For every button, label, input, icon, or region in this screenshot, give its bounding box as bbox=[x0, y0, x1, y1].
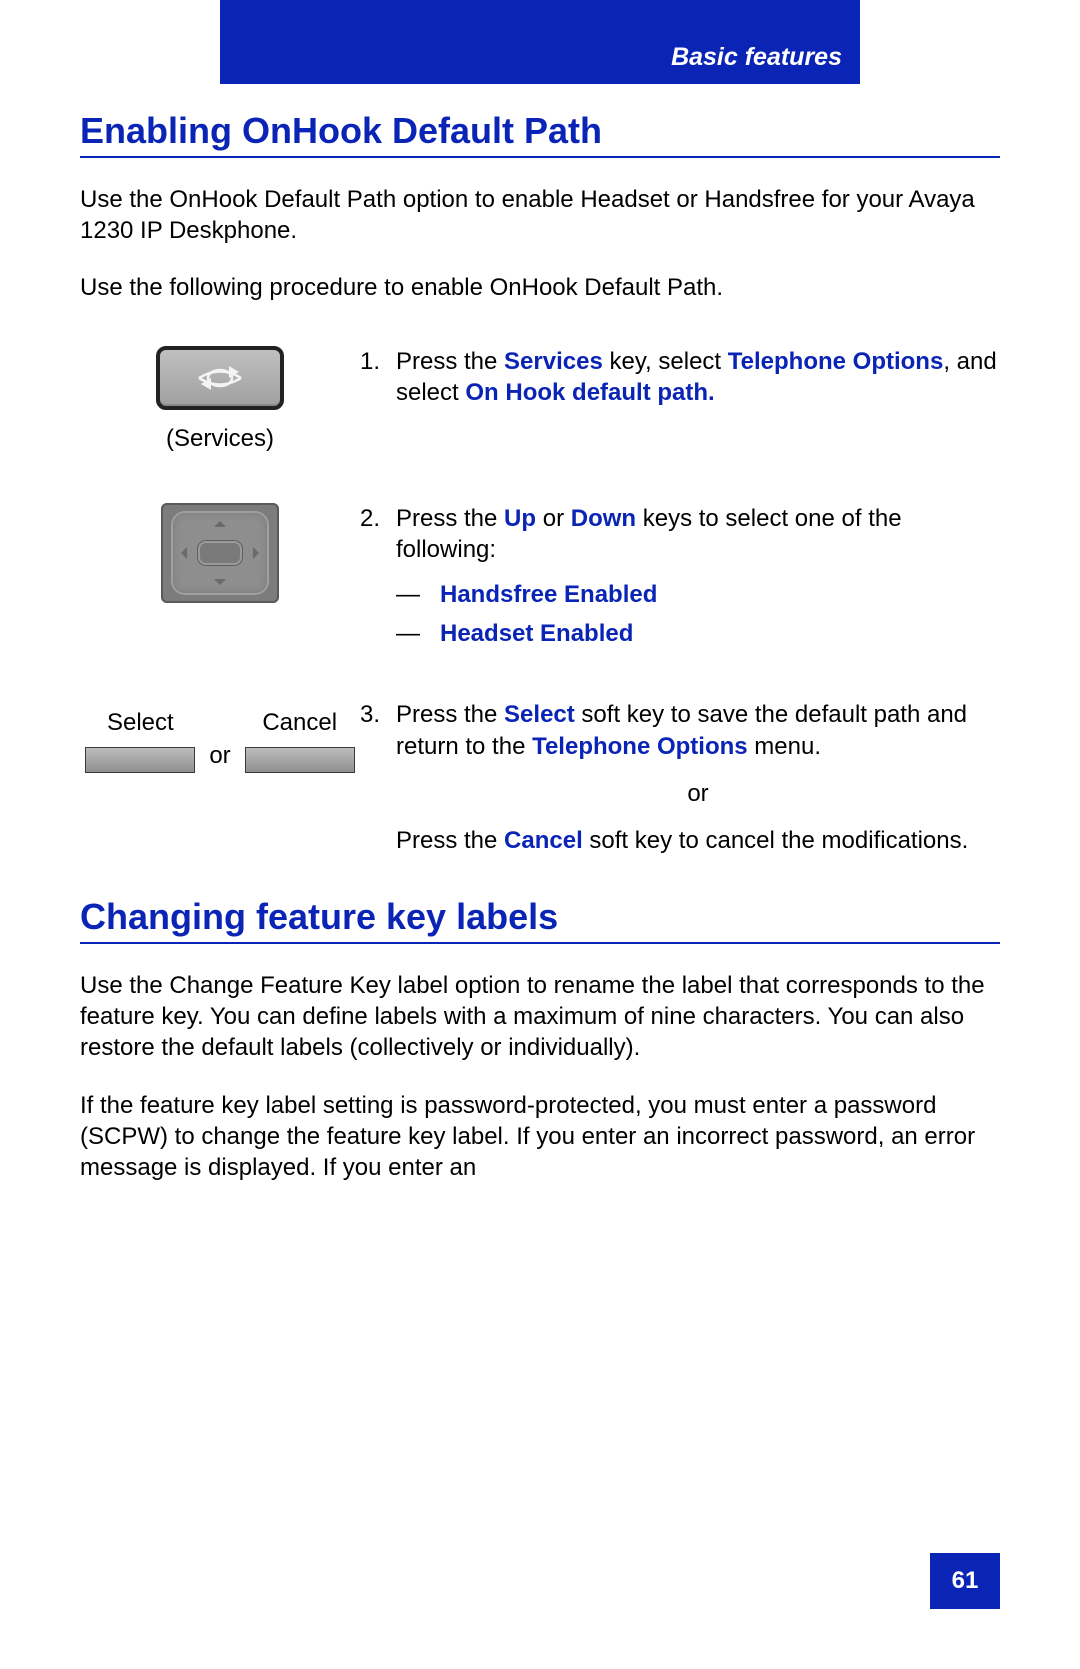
intro-paragraph-2: Use the following procedure to enable On… bbox=[80, 272, 1000, 303]
intro-paragraph-1: Use the OnHook Default Path option to en… bbox=[80, 184, 1000, 246]
keyword-up: Up bbox=[504, 505, 536, 532]
dash-1: — bbox=[396, 579, 440, 610]
keyword-cancel-softkey: Cancel bbox=[504, 827, 583, 854]
dash-2: — bbox=[396, 618, 440, 649]
header-bar: Basic features bbox=[220, 0, 860, 84]
section-heading-onhook: Enabling OnHook Default Path bbox=[80, 110, 1000, 158]
step-number-3: 3. bbox=[360, 699, 396, 856]
step-number-1: 1. bbox=[360, 346, 396, 408]
keyword-telephone-options: Telephone Options bbox=[728, 348, 944, 375]
keyword-select-softkey: Select bbox=[504, 701, 575, 728]
step-text-1: Press the Services key, select Telephone… bbox=[396, 346, 1000, 408]
section-heading-feature-key-labels: Changing feature key labels bbox=[80, 896, 1000, 944]
softkey-button-select-icon bbox=[85, 747, 195, 773]
step-row-3: Select or Cancel 3. Press th bbox=[80, 699, 1000, 856]
step-text-3: Press the Select soft key to save the de… bbox=[396, 699, 1000, 856]
softkey-label-cancel: Cancel bbox=[262, 709, 337, 737]
step-row-2: 2. Press the Up or Down keys to select o… bbox=[80, 503, 1000, 650]
services-key-icon bbox=[156, 346, 284, 410]
keyword-down: Down bbox=[571, 505, 636, 532]
section2-paragraph-2: If the feature key label setting is pass… bbox=[80, 1090, 1000, 1184]
softkey-button-cancel-icon bbox=[245, 747, 355, 773]
keyword-telephone-options-2: Telephone Options bbox=[532, 733, 748, 760]
softkey-illustration: Select or Cancel bbox=[85, 709, 354, 773]
keyword-onhook-default-path: On Hook default path. bbox=[465, 379, 714, 406]
navigation-pad-icon bbox=[161, 503, 279, 603]
option-headset-enabled: Headset Enabled bbox=[440, 618, 633, 649]
option-handsfree-enabled: Handsfree Enabled bbox=[440, 579, 657, 610]
softkey-or: or bbox=[209, 742, 230, 770]
section2-paragraph-1: Use the Change Feature Key label option … bbox=[80, 970, 1000, 1064]
step-number-2: 2. bbox=[360, 503, 396, 650]
step-text-2: Press the Up or Down keys to select one … bbox=[396, 503, 1000, 650]
services-key-caption: (Services) bbox=[80, 425, 360, 453]
header-section-label: Basic features bbox=[671, 43, 842, 72]
page-number: 61 bbox=[930, 1553, 1000, 1609]
step3-or: or bbox=[396, 778, 1000, 809]
keyword-services: Services bbox=[504, 348, 603, 375]
step-row-1: (Services) 1. Press the Services key, se… bbox=[80, 346, 1000, 453]
softkey-label-select: Select bbox=[107, 709, 174, 737]
